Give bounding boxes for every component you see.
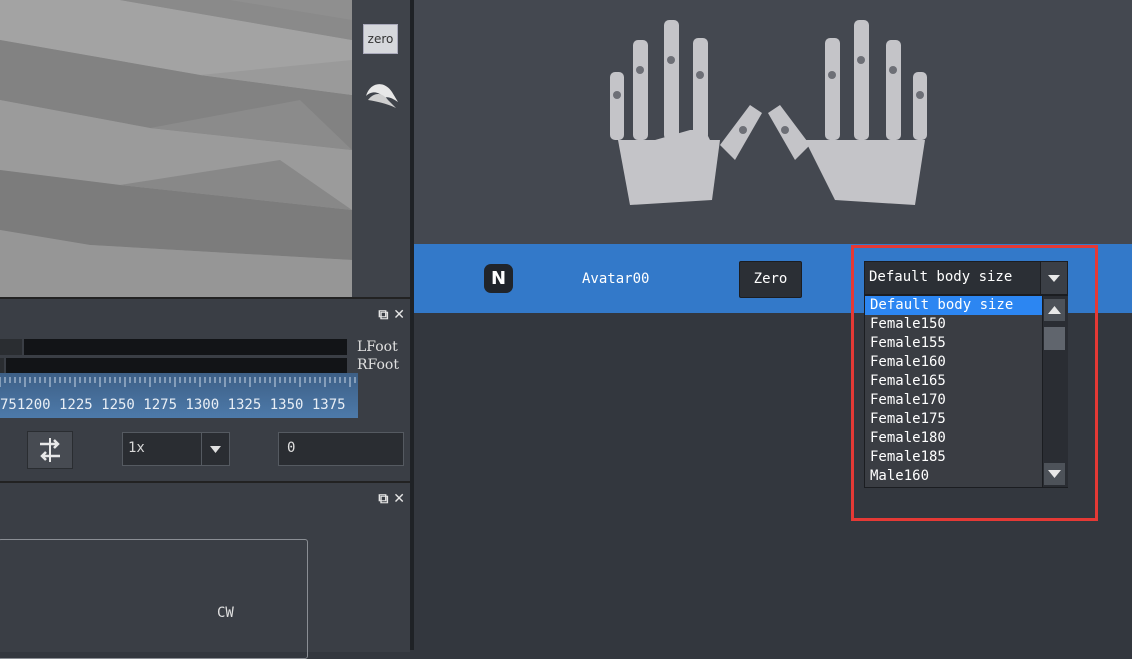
rfoot-label: RFoot (357, 357, 399, 373)
avatar-badge: N (484, 264, 513, 293)
mouse-icon[interactable] (362, 78, 402, 114)
ruler-numbers: 751200 1225 1250 1275 1300 1325 1350 137… (0, 397, 346, 413)
chevron-down-icon[interactable] (201, 433, 229, 465)
loop-icon (40, 438, 60, 462)
close-panel-icon[interactable]: ✕ (393, 491, 405, 507)
playback-speed-value: 1x (128, 440, 145, 456)
playback-speed-select[interactable]: 1x (122, 432, 230, 466)
loop-button[interactable] (27, 431, 73, 469)
frame-number-input[interactable]: 0 (278, 432, 404, 466)
lfoot-label: LFoot (357, 339, 398, 355)
track-segment (0, 358, 4, 374)
hands-icon (610, 20, 927, 205)
graph-area[interactable] (0, 539, 308, 659)
panel-window-controls: ⧉ ✕ (378, 491, 405, 507)
avatar-name: Avatar00 (582, 271, 650, 287)
close-panel-icon[interactable]: ✕ (393, 307, 405, 323)
float-panel-icon[interactable]: ⧉ (378, 491, 388, 507)
highlight-annotation (851, 245, 1098, 521)
zero-pose-button[interactable]: zero (363, 24, 398, 54)
cw-label: CW (217, 605, 234, 621)
float-panel-icon[interactable]: ⧉ (378, 307, 388, 323)
3d-viewport[interactable] (0, 0, 352, 297)
zero-button[interactable]: Zero (739, 261, 802, 298)
track-segment (0, 339, 22, 355)
ruler-ticks (0, 377, 356, 387)
lfoot-track[interactable] (24, 339, 347, 355)
floor-grid (0, 0, 352, 297)
rfoot-track[interactable] (6, 358, 347, 374)
panel-window-controls: ⧉ ✕ (378, 307, 405, 323)
